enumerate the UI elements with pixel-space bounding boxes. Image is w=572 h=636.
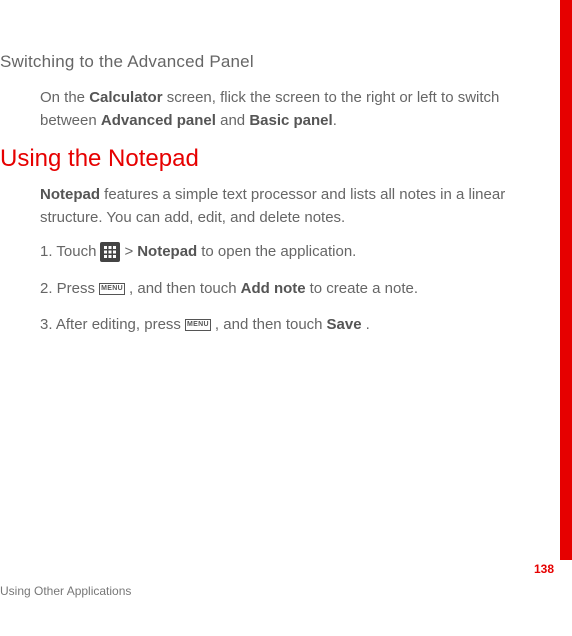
apps-grid-icon xyxy=(100,242,120,262)
bold-notepad: Notepad xyxy=(40,186,100,203)
text: to open the application. xyxy=(201,241,356,264)
text: , and then touch xyxy=(129,278,237,301)
text: . xyxy=(333,112,337,129)
text: features a simple text processor and lis… xyxy=(40,186,505,226)
text: and xyxy=(216,112,249,129)
page-content: Switching to the Advanced Panel On the C… xyxy=(0,52,545,351)
menu-key-icon: MENU xyxy=(185,319,211,331)
text: > xyxy=(124,241,133,264)
bold-add-note: Add note xyxy=(241,278,306,301)
footer-section-title: Using Other Applications xyxy=(0,584,131,598)
page-number: 138 xyxy=(534,562,554,576)
bold-save: Save xyxy=(327,314,362,337)
step-3: 3. After editing, press MENU , and then t… xyxy=(40,314,545,337)
text: . xyxy=(366,314,370,337)
step-2: 2. Press MENU , and then touch Add note t… xyxy=(40,278,545,301)
paragraph-notepad-intro: Notepad features a simple text processor… xyxy=(40,183,545,230)
bold-calculator: Calculator xyxy=(89,89,162,106)
bold-advanced-panel: Advanced panel xyxy=(101,112,216,129)
heading-using-notepad: Using the Notepad xyxy=(0,145,545,173)
page-accent-stripe xyxy=(560,0,572,560)
subheading-advanced-panel: Switching to the Advanced Panel xyxy=(0,52,545,72)
menu-key-icon: MENU xyxy=(99,283,125,295)
paragraph-advanced-panel: On the Calculator screen, flick the scre… xyxy=(40,86,545,133)
step-1: 1. Touch > Notepad to open the applicati… xyxy=(40,241,545,264)
text: , and then touch xyxy=(215,314,323,337)
text: 3. After editing, press xyxy=(40,314,181,337)
text: On the xyxy=(40,89,89,106)
bold-notepad-app: Notepad xyxy=(137,241,197,264)
text: to create a note. xyxy=(310,278,418,301)
text: 2. Press xyxy=(40,278,95,301)
text: 1. Touch xyxy=(40,241,96,264)
bold-basic-panel: Basic panel xyxy=(249,112,332,129)
